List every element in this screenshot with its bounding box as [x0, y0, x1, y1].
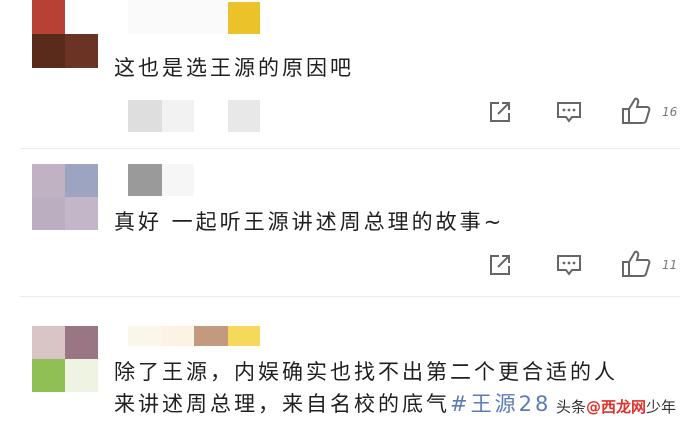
thumbs-up-icon[interactable] [620, 249, 652, 279]
like-count: 11 [662, 258, 678, 272]
comment-text-line-2: 来讲述周总理，来自名校的底气#王源28 [114, 388, 551, 418]
hashtag-link[interactable]: #王源28 [450, 392, 551, 416]
comment-icon[interactable] [555, 252, 583, 278]
thumbs-up-icon[interactable] [620, 96, 652, 126]
avatar[interactable] [32, 0, 98, 68]
comment-text: 真好 一起听王源讲述周总理的故事~ [114, 210, 505, 234]
username-redacted[interactable] [128, 164, 198, 196]
username-redacted[interactable] [128, 0, 263, 34]
watermark-text: 头条 [556, 398, 587, 416]
share-icon[interactable] [487, 252, 513, 278]
avatar[interactable] [32, 326, 98, 392]
comment-text: 这也是选王源的原因吧 [114, 56, 354, 80]
redacted-info [128, 100, 263, 132]
share-icon[interactable] [487, 99, 513, 125]
avatar[interactable] [32, 164, 98, 230]
like-count: 16 [662, 105, 678, 119]
divider [20, 148, 680, 149]
comment-text-line-1: 除了王源，内娱确实也找不出第二个更合适的人 [114, 360, 618, 384]
comment-icon[interactable] [555, 99, 583, 125]
comment-text: 来讲述周总理，来自名校的底气 [114, 392, 450, 416]
watermark: 头条@西龙网少年 [556, 396, 676, 417]
divider [20, 296, 680, 297]
watermark-logo: @西龙网 [586, 398, 647, 416]
username-redacted[interactable] [128, 326, 263, 346]
watermark-text: 少年 [646, 398, 677, 416]
